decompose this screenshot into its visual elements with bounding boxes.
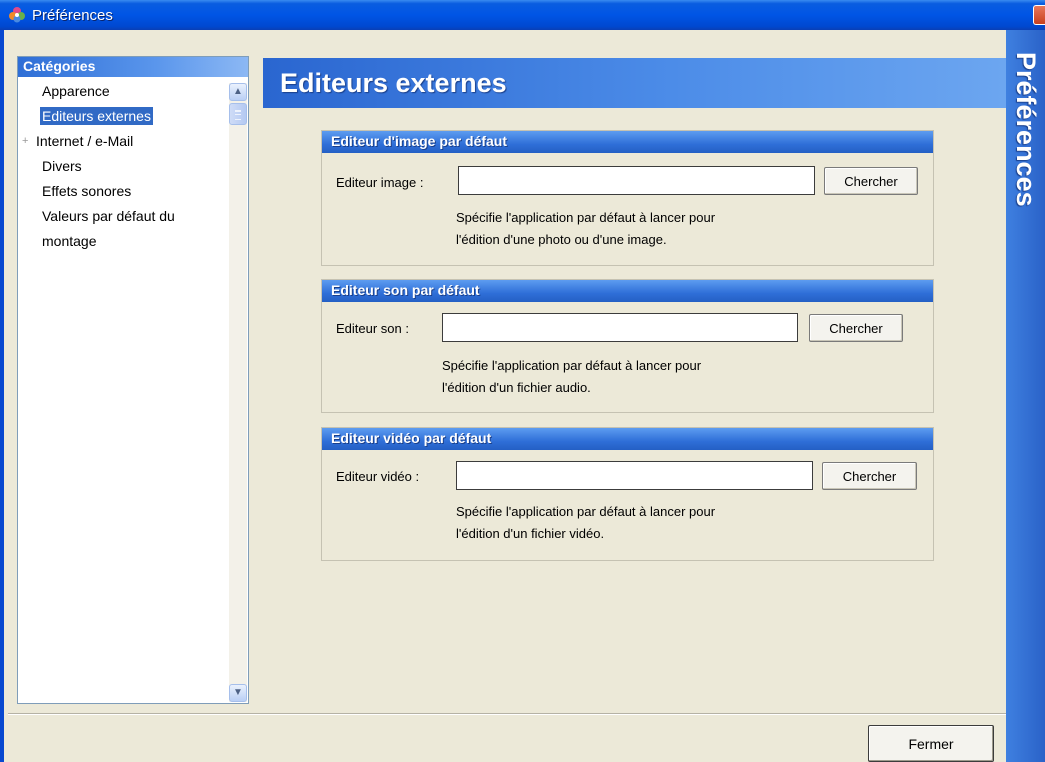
description-line: Spécifie l'application par défaut à lanc… bbox=[442, 358, 702, 373]
sidebar-item-divers[interactable]: Divers bbox=[18, 154, 228, 179]
image-editor-browse-button[interactable]: Chercher bbox=[824, 167, 918, 195]
categories-list: Apparence Editeurs externes + Internet /… bbox=[18, 79, 228, 254]
sidebar-item-label: Apparence bbox=[42, 83, 110, 99]
close-button[interactable]: Fermer bbox=[868, 725, 994, 762]
description-line: l'édition d'une photo ou d'une image. bbox=[456, 232, 667, 247]
page-title: Editeurs externes bbox=[263, 58, 1006, 108]
sidebar-item-editeurs-externes[interactable]: Editeurs externes bbox=[18, 104, 228, 129]
categories-header: Catégories bbox=[18, 57, 248, 77]
sound-editor-browse-button[interactable]: Chercher bbox=[809, 314, 903, 342]
flower-icon bbox=[9, 7, 25, 23]
sidebar-item-effets-sonores[interactable]: Effets sonores bbox=[18, 179, 228, 204]
categories-panel: Catégories Apparence Editeurs externes +… bbox=[17, 56, 249, 704]
sidebar-item-valeurs-defaut[interactable]: Valeurs par défaut du montage bbox=[18, 204, 212, 254]
window-frame bbox=[0, 30, 4, 762]
sound-editor-description: Spécifie l'application par défaut à lanc… bbox=[442, 355, 701, 399]
title-bar: Préférences bbox=[0, 0, 1045, 30]
video-editor-input[interactable] bbox=[456, 461, 813, 490]
group-image-editor: Editeur d'image par défaut Editeur image… bbox=[321, 130, 934, 266]
sidebar-item-label: Internet / e-Mail bbox=[36, 133, 134, 149]
sidebar-item-label: Valeurs par défaut du montage bbox=[42, 208, 175, 249]
banner-text: Préférences bbox=[1011, 52, 1041, 207]
group-header: Editeur d'image par défaut bbox=[322, 131, 933, 153]
sound-editor-input[interactable] bbox=[442, 313, 798, 342]
video-editor-label: Editeur vidéo : bbox=[336, 469, 420, 484]
image-editor-input[interactable] bbox=[458, 166, 815, 195]
chevron-up-icon[interactable]: ▲ bbox=[229, 83, 247, 101]
description-line: l'édition d'un fichier audio. bbox=[442, 380, 591, 395]
scroll-thumb[interactable] bbox=[229, 103, 247, 125]
close-icon[interactable] bbox=[1033, 5, 1045, 25]
sound-editor-label: Editeur son : bbox=[336, 321, 409, 336]
sidebar-item-internet[interactable]: + Internet / e-Mail bbox=[18, 129, 228, 154]
description-line: Spécifie l'application par défaut à lanc… bbox=[456, 504, 716, 519]
group-header: Editeur vidéo par défaut bbox=[322, 428, 933, 450]
group-header: Editeur son par défaut bbox=[322, 280, 933, 302]
image-editor-label: Editeur image : bbox=[336, 175, 424, 190]
description-line: l'édition d'un fichier vidéo. bbox=[456, 526, 605, 541]
side-banner: Préférences bbox=[1006, 30, 1045, 762]
image-editor-description: Spécifie l'application par défaut à lanc… bbox=[456, 207, 715, 251]
scrollbar[interactable]: ▲ ▼ bbox=[229, 83, 247, 702]
group-video-editor: Editeur vidéo par défaut Editeur vidéo :… bbox=[321, 427, 934, 561]
sidebar-item-label: Editeurs externes bbox=[40, 107, 153, 125]
description-line: Spécifie l'application par défaut à lanc… bbox=[456, 210, 716, 225]
video-editor-description: Spécifie l'application par défaut à lanc… bbox=[456, 501, 715, 545]
chevron-down-icon[interactable]: ▼ bbox=[229, 684, 247, 702]
window-title: Préférences bbox=[32, 6, 113, 24]
sidebar-item-label: Effets sonores bbox=[42, 183, 132, 199]
group-sound-editor: Editeur son par défaut Editeur son : Che… bbox=[321, 279, 934, 413]
sidebar-item-apparence[interactable]: Apparence bbox=[18, 79, 228, 104]
footer-divider-highlight bbox=[8, 714, 1006, 715]
video-editor-browse-button[interactable]: Chercher bbox=[822, 462, 917, 490]
sidebar-item-label: Divers bbox=[42, 158, 82, 174]
plus-icon[interactable]: + bbox=[22, 136, 31, 147]
